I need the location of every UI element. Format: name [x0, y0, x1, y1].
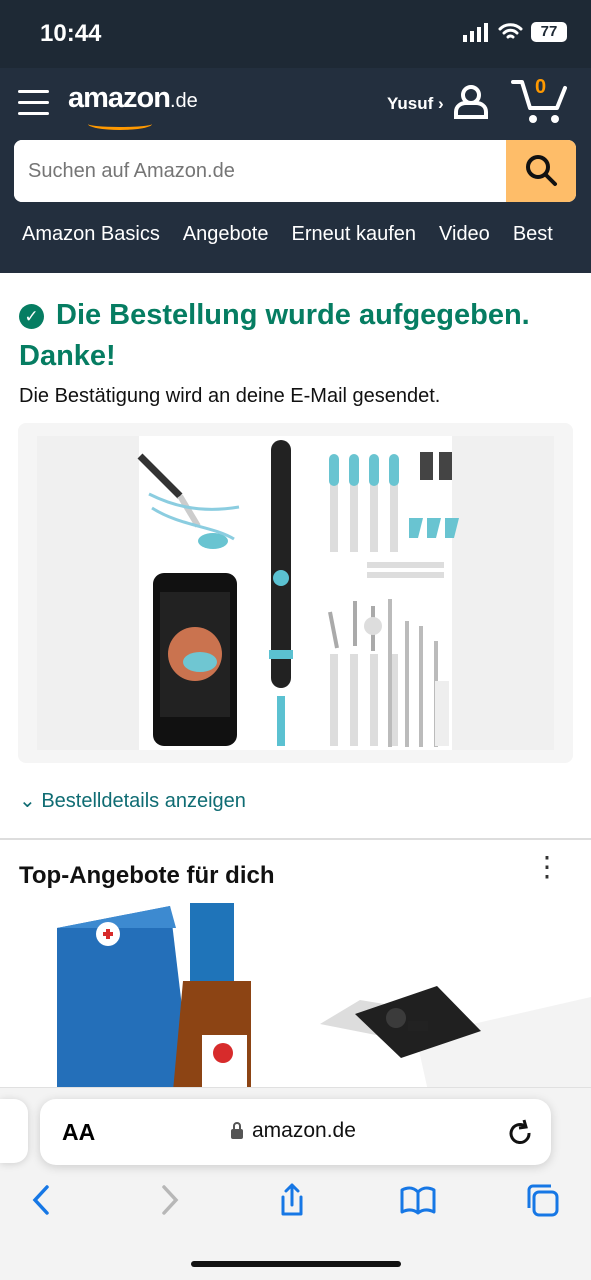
- text-size-button[interactable]: AA: [62, 1119, 95, 1146]
- status-icons: 77: [463, 22, 567, 42]
- search-bar: [14, 140, 576, 202]
- search-button[interactable]: [506, 140, 576, 202]
- back-icon[interactable]: [22, 1180, 62, 1220]
- nav-item-angebote[interactable]: Angebote: [183, 223, 269, 245]
- safari-browser-bar: AA amazon.de: [0, 1087, 591, 1280]
- home-indicator[interactable]: [191, 1261, 401, 1267]
- nav-item-erneut-kaufen[interactable]: Erneut kaufen: [291, 223, 416, 245]
- amazon-header: amazon.de Yusuf › 0 Amazon Basics Angebot…: [0, 68, 591, 273]
- lock-icon: [231, 1122, 243, 1139]
- user-icon[interactable]: [452, 82, 490, 120]
- logo-smile-icon: [88, 118, 152, 130]
- ear-cleaning-kit-image: [37, 436, 554, 750]
- status-bar: 10:44 77: [0, 0, 591, 68]
- section-divider: [0, 838, 591, 840]
- category-navigation: Amazon Basics Angebote Erneut kaufen Video B…: [22, 223, 576, 246]
- forward-icon[interactable]: [149, 1180, 189, 1220]
- chevron-down-icon: ⌄: [19, 790, 42, 812]
- email-confirmation-note: Die Bestätigung wird an deine E-Mail ges…: [19, 385, 441, 407]
- battery-level: 77: [531, 22, 567, 42]
- bookmarks-icon[interactable]: [398, 1180, 438, 1220]
- reload-icon[interactable]: [505, 1118, 535, 1148]
- share-icon[interactable]: [272, 1180, 312, 1220]
- cart-count: 0: [535, 76, 547, 98]
- tabs-icon[interactable]: [522, 1180, 562, 1220]
- wifi-icon: [498, 23, 523, 39]
- search-icon: [526, 154, 557, 186]
- more-icon[interactable]: ⋮: [533, 853, 561, 881]
- status-time: 10:44: [40, 20, 102, 47]
- order-confirmation-page: ✓ Die Bestellung wurde aufgegeben. Danke!…: [0, 273, 591, 1091]
- browser-toolbar: [0, 1180, 591, 1230]
- card-reader-product-image[interactable]: [318, 963, 591, 1091]
- signal-icon: [463, 23, 488, 42]
- menu-icon[interactable]: [18, 90, 49, 116]
- search-input[interactable]: [14, 140, 506, 202]
- order-details-link[interactable]: ⌄ Bestelldetails anzeigen: [19, 788, 246, 813]
- check-icon: ✓: [19, 304, 44, 329]
- offers-section-title: Top-Angebote für dich: [19, 862, 275, 889]
- nav-item-video[interactable]: Video: [439, 223, 490, 245]
- nav-item-amazon-basics[interactable]: Amazon Basics: [22, 223, 160, 245]
- address-bar[interactable]: AA amazon.de: [40, 1099, 551, 1165]
- ear-drops-product-image[interactable]: [45, 903, 275, 1091]
- amazon-logo[interactable]: amazon.de: [68, 82, 198, 130]
- previous-tab-preview[interactable]: [0, 1099, 28, 1163]
- account-link[interactable]: Yusuf ›: [387, 94, 444, 114]
- nav-item-best[interactable]: Best: [513, 223, 553, 245]
- ordered-product-card[interactable]: [18, 423, 573, 763]
- url-text[interactable]: amazon.de: [252, 1119, 356, 1143]
- order-confirmation: ✓ Die Bestellung wurde aufgegeben. Danke!: [19, 299, 530, 372]
